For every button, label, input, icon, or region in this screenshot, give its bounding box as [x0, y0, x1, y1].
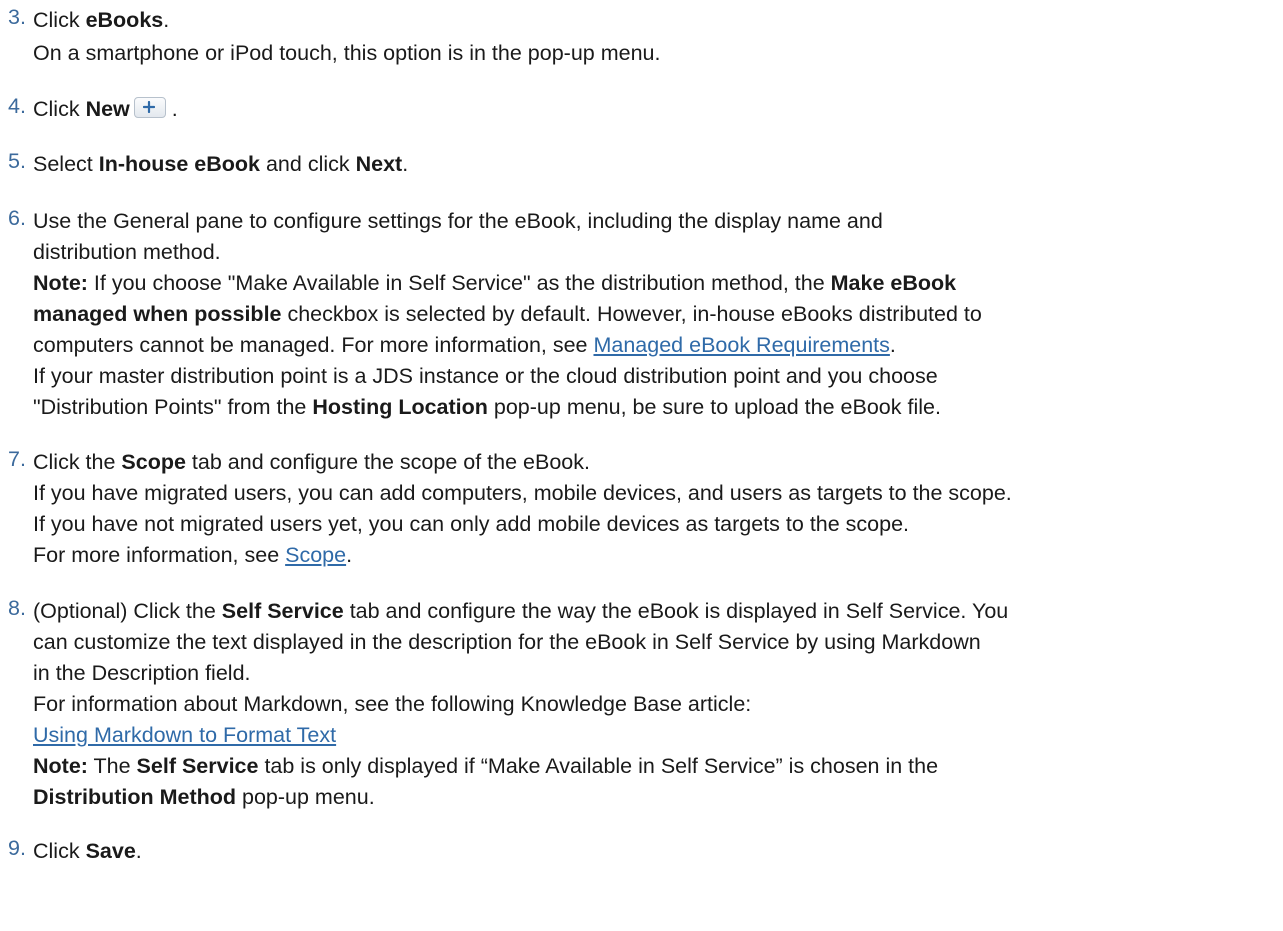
document-page: 3. Click eBooks. On a smartphone or iPod… [0, 0, 1283, 931]
ui-term: Make eBook [830, 271, 957, 295]
ui-term: eBooks [85, 8, 164, 32]
step-number: 4. [8, 94, 26, 118]
step-line: Click New . [33, 97, 178, 121]
step-line: If you have migrated users, you can add … [33, 481, 1012, 505]
step-number: 7. [8, 447, 26, 471]
step-number: 5. [8, 149, 26, 173]
step-line: can customize the text displayed in the … [33, 630, 981, 654]
step-line: Click the Scope tab and configure the sc… [33, 450, 590, 474]
step-line: For more information, see Scope. [33, 543, 353, 567]
step-line: managed when possible checkbox is select… [33, 302, 982, 326]
step-number: 9. [8, 836, 26, 860]
scope-link[interactable]: Scope [285, 543, 346, 567]
ui-term: New [85, 97, 130, 121]
step-number: 8. [8, 596, 26, 620]
ui-term: Self Service [136, 754, 259, 778]
step-line: If your master distribution point is a J… [33, 364, 938, 388]
step-line: Select In-house eBook and click Next. [33, 152, 409, 176]
using-markdown-link[interactable]: Using Markdown to Format Text [33, 723, 336, 747]
note-line: Note: If you choose "Make Available in S… [33, 271, 957, 295]
step-line: On a smartphone or iPod touch, this opti… [33, 41, 661, 65]
note-label: Note: [33, 754, 88, 778]
step-line: For information about Markdown, see the … [33, 692, 752, 716]
step-line: Use the General pane to configure settin… [33, 209, 883, 233]
step-line: Click Save. [33, 839, 142, 863]
step-number: 6. [8, 206, 26, 230]
step-number: 3. [8, 5, 26, 29]
managed-ebook-requirements-link[interactable]: Managed eBook Requirements [593, 333, 889, 357]
ui-term: Save [85, 839, 136, 863]
step-line: Distribution Method pop-up menu. [33, 785, 375, 809]
step-line: If you have not migrated users yet, you … [33, 512, 910, 536]
new-plus-button-icon [133, 97, 166, 118]
step-line: distribution method. [33, 240, 221, 264]
step-line: in the Description field. [33, 661, 251, 685]
step-line: computers cannot be managed. For more in… [33, 333, 896, 357]
ui-term: managed when possible [33, 302, 282, 326]
ui-term: In-house eBook [98, 152, 260, 176]
ui-term: Self Service [221, 599, 344, 623]
ui-term: Distribution Method [33, 785, 237, 809]
note-label: Note: [33, 271, 88, 295]
ui-term: Scope [121, 450, 186, 474]
note-line: Note: The Self Service tab is only displ… [33, 754, 939, 778]
ui-term: Next [355, 152, 403, 176]
step-line: "Distribution Points" from the Hosting L… [33, 395, 941, 419]
ui-term: Hosting Location [312, 395, 488, 419]
step-line: Using Markdown to Format Text [33, 720, 336, 751]
step-line: Click eBooks. [33, 8, 170, 32]
step-line: (Optional) Click the Self Service tab an… [33, 599, 1009, 623]
